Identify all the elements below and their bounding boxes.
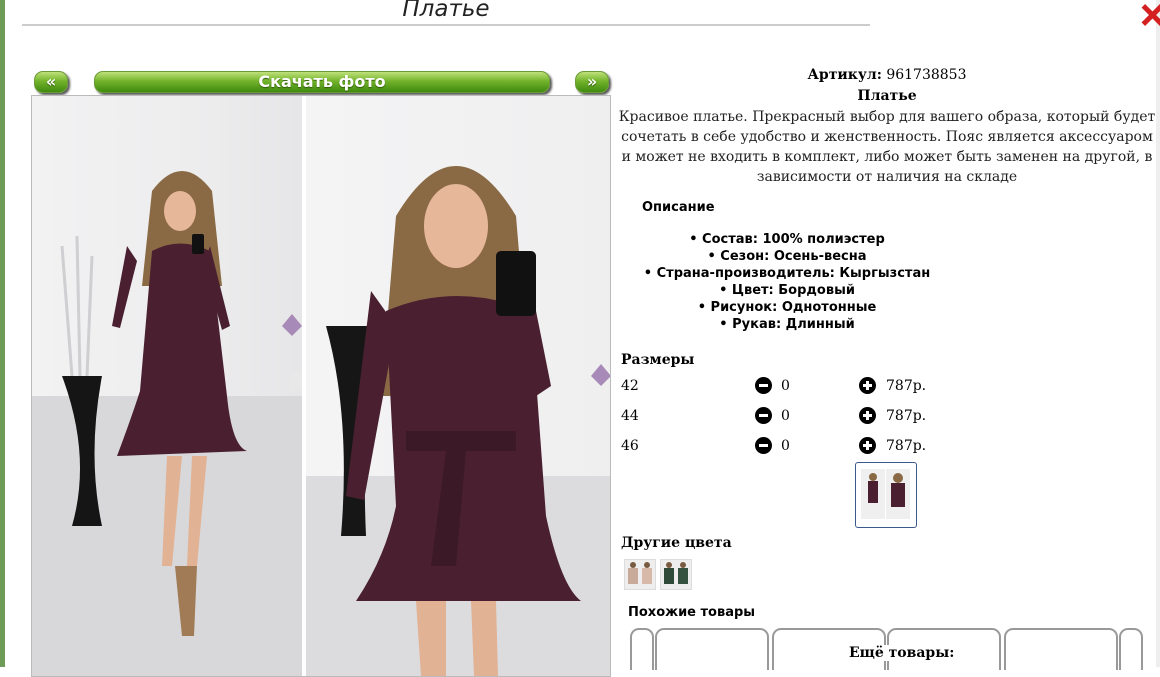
spec-item: Сезон: Осень-весна xyxy=(617,248,957,265)
next-photo-button[interactable]: » xyxy=(575,71,609,93)
price: 787р. xyxy=(886,378,927,394)
size-label: 42 xyxy=(621,378,639,394)
other-colors-heading: Другие цвета xyxy=(621,535,732,551)
increase-quantity-button[interactable] xyxy=(859,407,876,424)
sizes-heading: Размеры xyxy=(621,352,695,368)
thumbnail-image xyxy=(861,469,885,519)
price: 787р. xyxy=(886,438,927,454)
size-row: 44 0 787р. xyxy=(621,407,941,430)
product-description: Красивое платье. Прекрасный выбор для ва… xyxy=(618,109,1156,185)
increase-quantity-button[interactable] xyxy=(859,437,876,454)
thumbnail-image xyxy=(886,469,910,519)
carousel-next-button[interactable] xyxy=(1119,628,1143,670)
size-row: 42 0 787р. xyxy=(621,377,941,400)
spec-item: Рукав: Длинный xyxy=(617,316,957,333)
article-number: 961738853 xyxy=(886,67,967,83)
more-products-heading: Ещё товары: xyxy=(847,645,957,661)
selected-photo-thumbnail[interactable] xyxy=(855,462,917,528)
prev-photo-button[interactable]: « xyxy=(34,71,68,93)
decrease-quantity-button[interactable] xyxy=(755,437,772,454)
product-photo-gallery xyxy=(31,95,611,677)
description-heading: Описание xyxy=(642,200,715,215)
product-photo-closeup[interactable] xyxy=(306,96,610,676)
similar-product-card[interactable] xyxy=(655,628,769,670)
page-title: Платье xyxy=(402,0,490,22)
title-divider xyxy=(22,24,870,26)
decrease-quantity-button[interactable] xyxy=(755,407,772,424)
article-label: Артикул: xyxy=(807,67,882,83)
color-variant-thumbnail[interactable] xyxy=(624,559,656,590)
close-icon[interactable] xyxy=(1144,2,1160,28)
size-row: 46 0 787р. xyxy=(621,437,941,460)
quantity-value: 0 xyxy=(781,408,790,424)
increase-quantity-button[interactable] xyxy=(859,377,876,394)
spec-item: Цвет: Бордовый xyxy=(617,282,957,299)
specs-list: Состав: 100% полиэстер Сезон: Осень-весн… xyxy=(617,231,957,333)
article-line: Артикул: 961738853 xyxy=(617,67,1157,83)
left-edge-strip xyxy=(0,0,5,667)
product-photo-full-length[interactable] xyxy=(32,96,302,676)
quantity-value: 0 xyxy=(781,378,790,394)
quantity-value: 0 xyxy=(781,438,790,454)
product-name: Платье xyxy=(857,88,917,104)
decrease-quantity-button[interactable] xyxy=(755,377,772,394)
spec-item: Состав: 100% полиэстер xyxy=(617,231,957,248)
size-label: 46 xyxy=(621,438,639,454)
spec-item: Страна-производитель: Кыргызстан xyxy=(617,265,957,282)
spec-item: Рисунок: Однотонные xyxy=(617,299,957,316)
similar-products-heading: Похожие товары xyxy=(628,605,756,620)
download-photo-button[interactable]: Скачать фото xyxy=(94,71,550,93)
similar-product-card[interactable] xyxy=(1004,628,1118,670)
size-label: 44 xyxy=(621,408,639,424)
carousel-prev-button[interactable] xyxy=(630,628,654,670)
price: 787р. xyxy=(886,408,927,424)
color-variant-thumbnail[interactable] xyxy=(660,559,692,590)
